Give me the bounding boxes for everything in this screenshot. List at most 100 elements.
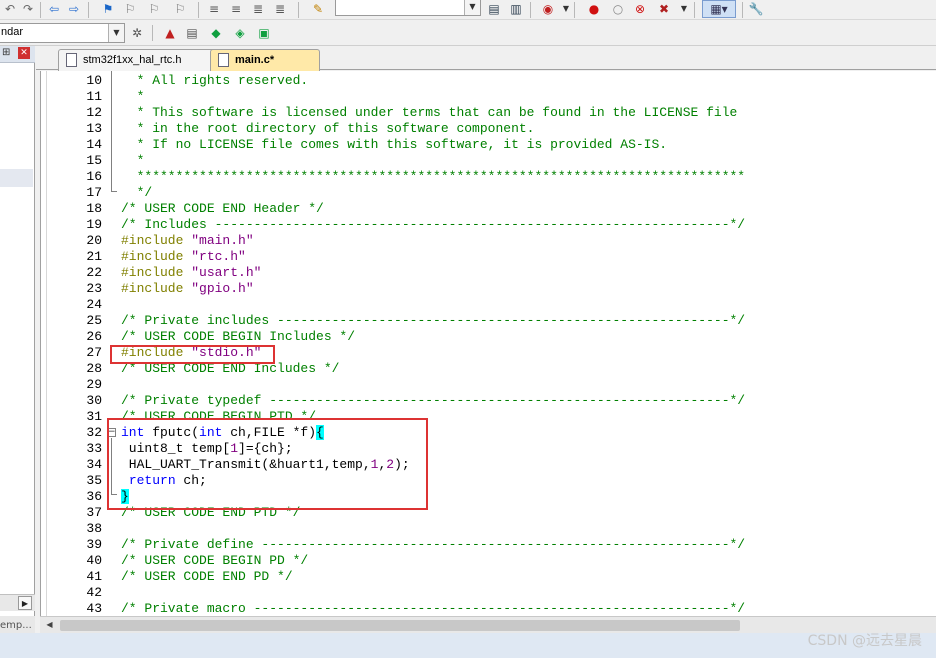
watermark: CSDN @远去星晨 <box>807 633 922 649</box>
code-token: /* USER CODE BEGIN Includes */ <box>121 329 356 344</box>
code-line[interactable]: 24 <box>41 297 936 313</box>
code-text: /* Private define ----------------------… <box>121 537 745 553</box>
select-packs-icon[interactable]: ▣ <box>256 25 272 41</box>
code-text: #include "usart.h" <box>121 265 261 281</box>
indent-icon[interactable]: ≡ <box>206 1 222 17</box>
code-line[interactable]: 42 <box>41 585 936 601</box>
line-number: 17 <box>86 185 102 200</box>
scroll-right-icon[interactable]: ▶ <box>18 596 32 610</box>
code-line[interactable]: 11 * <box>41 89 936 105</box>
line-number: 37 <box>86 505 102 520</box>
project-panel-scrollbar[interactable]: ▶ <box>0 594 35 611</box>
line-number: 21 <box>86 249 102 264</box>
code-line[interactable]: 19 /* Includes --------------------------… <box>41 217 936 233</box>
main-toolbar: ↶ ↷ ⇦ ⇨ ⚑ ⚐ ⚐ ⚐ ≡ ≡ ≣ ≣ ✎ ▼ ▤ ▥ ◉ ▼ ● ○ … <box>0 0 936 20</box>
comment-icon[interactable]: ≣ <box>250 1 266 17</box>
next-bookmark-icon[interactable]: ⚐ <box>146 1 162 17</box>
code-text: /* Private typedef ---------------------… <box>121 393 745 409</box>
code-line[interactable]: 39 /* Private define --------------------… <box>41 537 936 553</box>
code-line[interactable]: 30 /* Private typedef -------------------… <box>41 393 936 409</box>
chevron-down-icon[interactable]: ▼ <box>464 0 480 15</box>
code-token: * <box>121 89 145 104</box>
bookmark-icon[interactable]: ⚑ <box>100 1 116 17</box>
project-tree-selected-row[interactable] <box>0 169 33 187</box>
code-line[interactable]: 25 /* Private includes ------------------… <box>41 313 936 329</box>
toolbar-separator <box>88 2 89 18</box>
code-line[interactable]: 17 */ <box>41 185 936 201</box>
code-line[interactable]: 23 #include "gpio.h" <box>41 281 936 297</box>
code-line[interactable]: 16 *************************************… <box>41 169 936 185</box>
code-line[interactable]: 41 /* USER CODE END PD */ <box>41 569 936 585</box>
find-combo[interactable]: ▼ <box>335 0 481 16</box>
disable-all-breakpoints-icon[interactable]: ⊗ <box>632 1 648 17</box>
manage-components-icon[interactable]: ▲ <box>162 25 178 41</box>
pack-installer-icon[interactable]: ◆ <box>208 25 224 41</box>
wrench-icon[interactable]: 🔧 <box>748 1 764 17</box>
disable-breakpoint-icon[interactable]: ○ <box>610 1 626 17</box>
line-number: 11 <box>86 89 102 104</box>
line-number: 34 <box>86 457 102 472</box>
code-line[interactable]: 14 * If no LICENSE file comes with this … <box>41 137 936 153</box>
scroll-left-icon[interactable]: ◀ <box>42 618 57 632</box>
file-extensions-icon[interactable]: ▤ <box>184 25 200 41</box>
code-token: "rtc.h" <box>191 249 246 264</box>
code-line[interactable]: 26 /* USER CODE BEGIN Includes */ <box>41 329 936 345</box>
code-line[interactable]: 21 #include "rtc.h" <box>41 249 936 265</box>
find-in-files-icon[interactable]: ✎ <box>310 1 326 17</box>
status-strip <box>0 633 936 658</box>
kill-breakpoints-icon[interactable]: ✖ <box>656 1 672 17</box>
editor-horizontal-scrollbar[interactable]: ◀ <box>40 616 936 633</box>
breakpoint-icon[interactable]: ● <box>586 1 602 17</box>
chevron-down-icon[interactable]: ▼ <box>676 1 692 17</box>
code-line[interactable]: 38 <box>41 521 936 537</box>
nav-forward-icon[interactable]: ⇨ <box>66 1 82 17</box>
line-number: 35 <box>86 473 102 488</box>
line-number: 27 <box>86 345 102 360</box>
code-editor[interactable]: − 10 * All rights reserved. 11 * 12 * This… <box>40 71 936 616</box>
code-line[interactable]: 15 * <box>41 153 936 169</box>
debug-start-icon[interactable]: ◉ <box>540 1 556 17</box>
code-text: * If no LICENSE file comes with this sof… <box>121 137 668 153</box>
code-token: /* Private macro -----------------------… <box>121 601 746 616</box>
uncomment-icon[interactable]: ≣ <box>272 1 288 17</box>
incremental-find-icon[interactable]: ▥ <box>508 1 524 17</box>
ide-window: ↶ ↷ ⇦ ⇨ ⚑ ⚐ ⚐ ⚐ ≡ ≡ ≣ ≣ ✎ ▼ ▤ ▥ ◉ ▼ ● ○ … <box>0 0 936 658</box>
annotation-box-fputc <box>107 418 428 510</box>
close-icon[interactable]: ✕ <box>18 47 30 59</box>
code-line[interactable]: 18 /* USER CODE END Header */ <box>41 201 936 217</box>
code-token: "usart.h" <box>191 265 262 280</box>
code-line[interactable]: 20 #include "main.h" <box>41 233 936 249</box>
target-select[interactable]: ndar ▼ <box>0 23 125 43</box>
line-number: 41 <box>86 569 102 584</box>
code-text: ****************************************… <box>121 169 746 185</box>
code-line[interactable]: 43 /* Private macro ---------------------… <box>41 601 936 616</box>
prev-bookmark-icon[interactable]: ⚐ <box>122 1 138 17</box>
code-token: #include <box>121 249 192 264</box>
toolbar-separator <box>198 2 199 18</box>
nav-back-icon[interactable]: ⇦ <box>46 1 62 17</box>
tab-main-c[interactable]: main.c* <box>210 49 320 71</box>
toolbar-separator <box>530 2 531 18</box>
toolbar-separator <box>152 25 153 41</box>
code-line[interactable]: 22 #include "usart.h" <box>41 265 936 281</box>
chevron-down-icon[interactable]: ▼ <box>108 24 124 42</box>
pin-icon[interactable]: ⊞ <box>2 47 10 58</box>
run-time-env-icon[interactable]: ◈ <box>232 25 248 41</box>
line-number: 30 <box>86 393 102 408</box>
code-line[interactable]: 29 <box>41 377 936 393</box>
code-line[interactable]: 40 /* USER CODE BEGIN PD */ <box>41 553 936 569</box>
code-line[interactable]: 10 * All rights reserved. <box>41 73 936 89</box>
redo-icon[interactable]: ↷ <box>20 1 36 17</box>
unindent-icon[interactable]: ≡ <box>228 1 244 17</box>
window-layout-icon[interactable]: ▦▾ <box>702 0 736 18</box>
code-text: * <box>121 89 145 105</box>
target-options-icon[interactable]: ✲ <box>129 25 145 41</box>
scrollbar-thumb[interactable] <box>60 620 740 631</box>
code-text: */ <box>121 185 153 201</box>
find-icon[interactable]: ▤ <box>486 1 502 17</box>
undo-icon[interactable]: ↶ <box>2 1 18 17</box>
clear-bookmarks-icon[interactable]: ⚐ <box>172 1 188 17</box>
code-line[interactable]: 13 * in the root directory of this softw… <box>41 121 936 137</box>
chevron-down-icon[interactable]: ▼ <box>558 1 574 17</box>
code-line[interactable]: 12 * This software is licensed under ter… <box>41 105 936 121</box>
